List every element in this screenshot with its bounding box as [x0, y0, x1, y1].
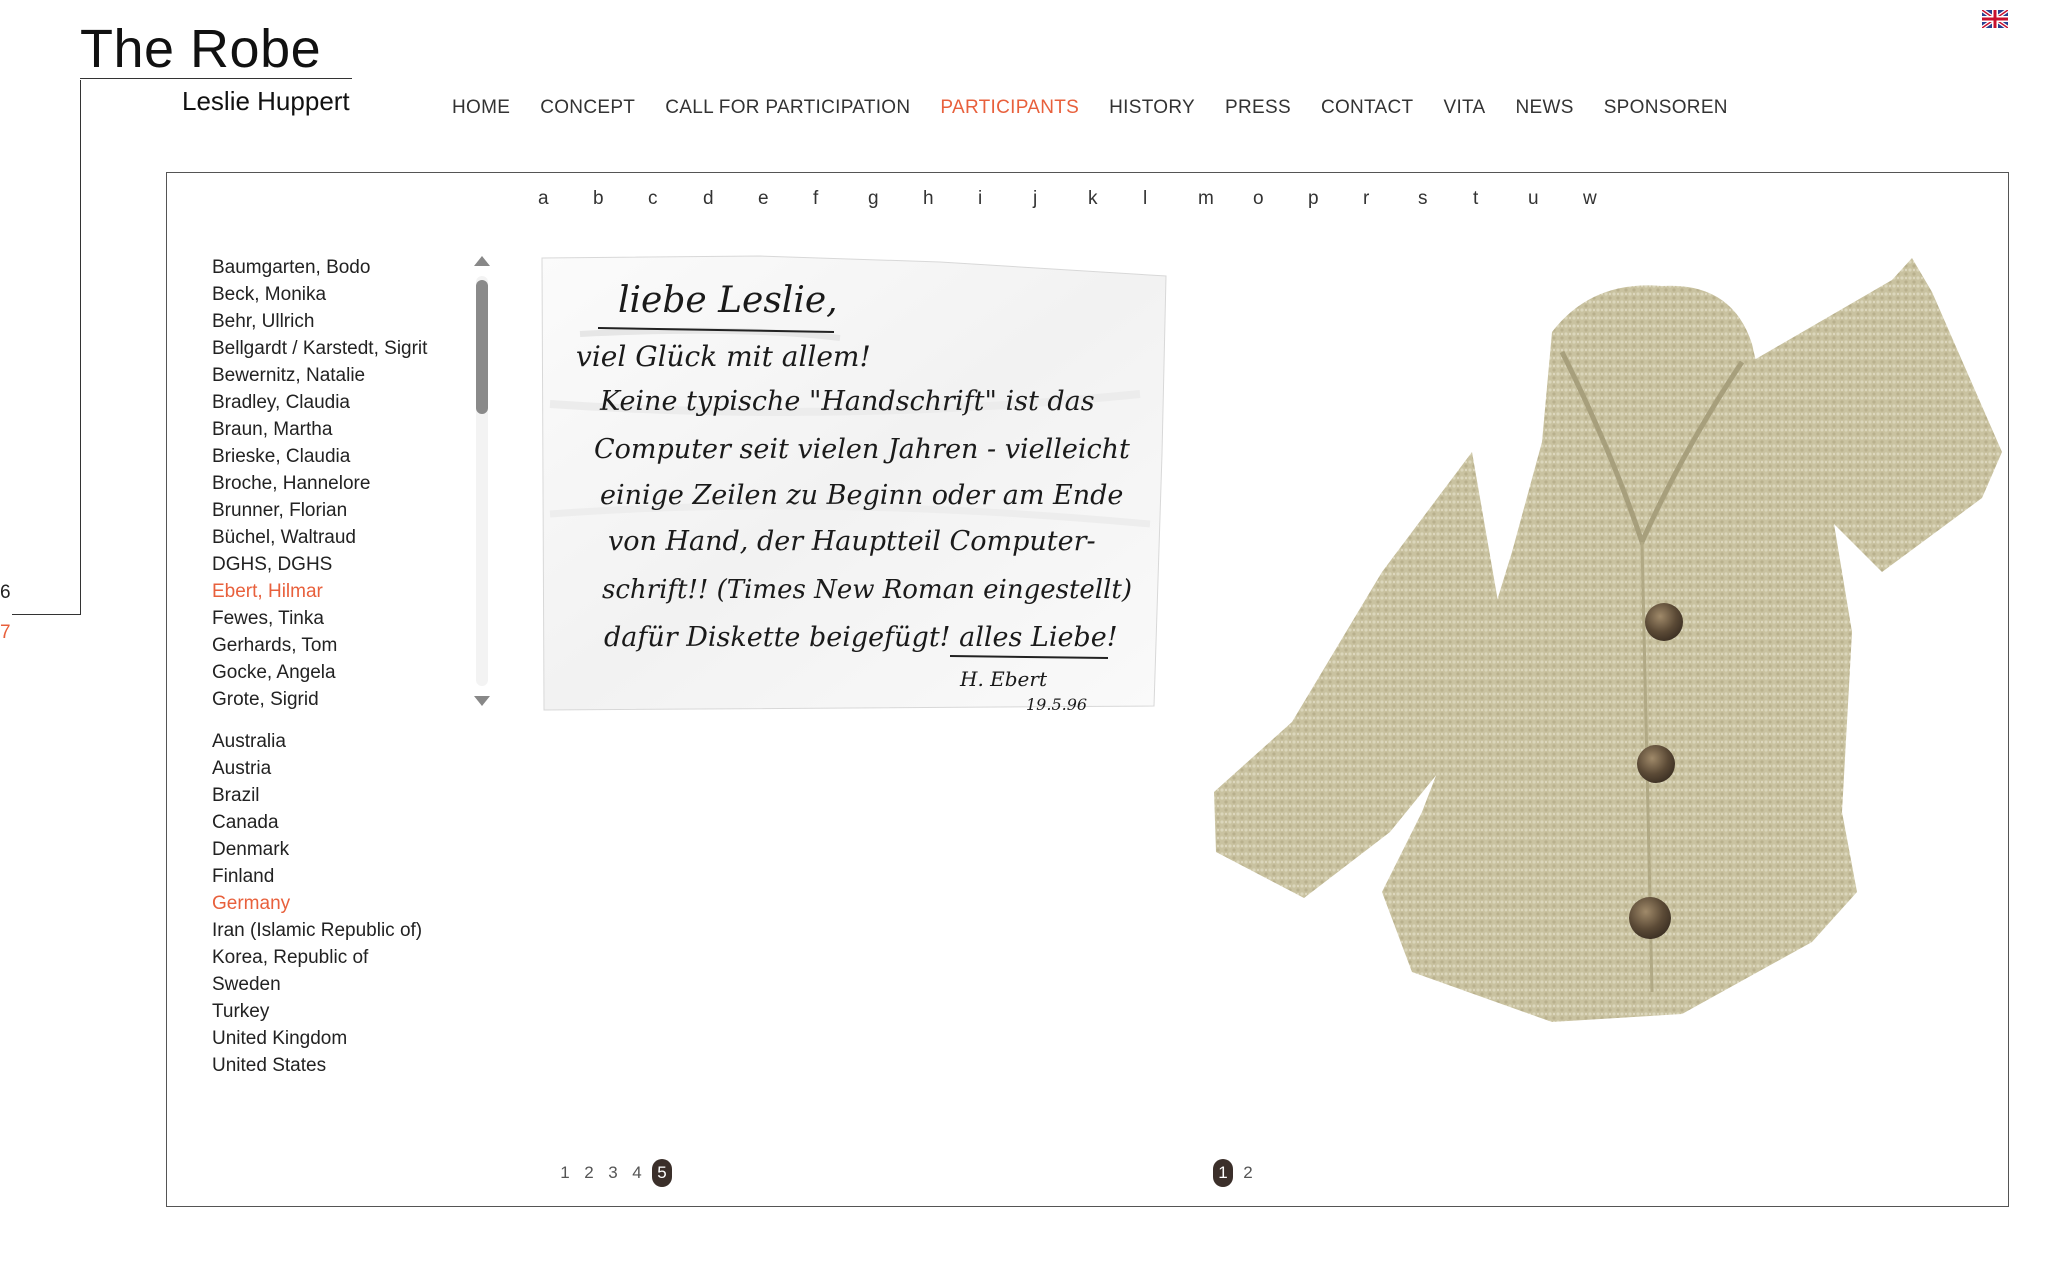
alphabet-letter-u[interactable]: u — [1528, 188, 1583, 210]
letter-page-5[interactable]: 5 — [652, 1159, 672, 1187]
nav-call-for-participation[interactable]: CALL FOR PARTICIPATION — [650, 96, 925, 120]
participant-item[interactable]: DGHS, DGHS — [212, 551, 452, 578]
page-indicator-next[interactable]: 7 — [0, 622, 11, 644]
alphabet-letter-l[interactable]: l — [1143, 188, 1198, 210]
country-item[interactable]: Austria — [212, 755, 472, 782]
alphabet-letter-r[interactable]: r — [1363, 188, 1418, 210]
alphabet-letter-p[interactable]: p — [1308, 188, 1363, 210]
scroll-up-arrow-icon[interactable] — [474, 256, 490, 266]
participant-item[interactable]: Brieske, Claudia — [212, 443, 452, 470]
nav-concept[interactable]: CONCEPT — [525, 96, 650, 120]
alphabet-letter-i[interactable]: i — [978, 188, 1033, 210]
site-subtitle: Leslie Huppert — [182, 86, 350, 116]
participant-item[interactable]: Behr, Ullrich — [212, 308, 452, 335]
letter-line: Computer seit vielen Jahren - vielleicht — [594, 434, 1130, 465]
participant-item[interactable]: Beck, Monika — [212, 281, 452, 308]
alphabet-letter-m[interactable]: m — [1198, 188, 1253, 210]
country-item[interactable]: Germany — [212, 890, 472, 917]
alphabet-letter-k[interactable]: k — [1088, 188, 1143, 210]
nav-press[interactable]: PRESS — [1210, 96, 1306, 120]
letter-line: 19.5.96 — [1026, 695, 1087, 714]
scroll-down-arrow-icon[interactable] — [474, 696, 490, 706]
country-item[interactable]: Denmark — [212, 836, 472, 863]
nav-participants[interactable]: PARTICIPANTS — [925, 96, 1094, 120]
country-item[interactable]: Korea, Republic of — [212, 944, 472, 971]
robe-pagination: 12 — [1213, 1159, 1257, 1187]
handwritten-letter-image[interactable]: liebe Leslie, viel Glück mit allem! Keine … — [540, 254, 1168, 714]
nav-history[interactable]: HISTORY — [1094, 96, 1210, 120]
robe-page-2[interactable]: 2 — [1239, 1159, 1257, 1187]
country-item[interactable]: Australia — [212, 728, 472, 755]
letter-line: Keine typische "Handschrift" ist das — [599, 386, 1095, 417]
nav-vita[interactable]: VITA — [1428, 96, 1500, 120]
main-nav: HOME CONCEPT CALL FOR PARTICIPATION PART… — [452, 96, 1743, 120]
letter-page-2[interactable]: 2 — [580, 1159, 598, 1187]
participant-item[interactable]: Bellgardt / Karstedt, Sigrit — [212, 335, 452, 362]
letter-page-4[interactable]: 4 — [628, 1159, 646, 1187]
letter-line: schrift!! (Times New Roman eingestellt) — [602, 575, 1132, 605]
alphabet-letter-d[interactable]: d — [703, 188, 758, 210]
country-item[interactable]: Iran (Islamic Republic of) — [212, 917, 472, 944]
participant-item[interactable]: Gocke, Angela — [212, 659, 452, 686]
country-list: Australia Austria Brazil Canada Denmark Finla… — [212, 728, 472, 1079]
country-item[interactable]: United States — [212, 1052, 472, 1079]
alphabet-letter-c[interactable]: c — [648, 188, 703, 210]
country-item[interactable]: Sweden — [212, 971, 472, 998]
participant-list: Baumgarten, Bodo Beck, Monika Behr, Ullric… — [212, 254, 452, 713]
nav-sponsoren[interactable]: SPONSOREN — [1589, 96, 1743, 120]
site-title[interactable]: The Robe — [80, 22, 321, 76]
alphabet-letter-a[interactable]: a — [538, 188, 593, 210]
participant-item[interactable]: Bradley, Claudia — [212, 389, 452, 416]
decorative-bracket-horizontal — [12, 614, 81, 615]
alphabet-letter-f[interactable]: f — [813, 188, 868, 210]
participant-item[interactable]: Büchel, Waltraud — [212, 524, 452, 551]
title-underline — [80, 78, 352, 79]
letter-line: liebe Leslie, — [618, 280, 838, 321]
participant-item[interactable]: Gerhards, Tom — [212, 632, 452, 659]
letter-pagination: 12345 — [556, 1159, 672, 1187]
alphabet-filter: abcdefghijklmoprstuw — [538, 188, 1638, 210]
alphabet-letter-j[interactable]: j — [1033, 188, 1088, 210]
alphabet-letter-s[interactable]: s — [1418, 188, 1473, 210]
letter-page-3[interactable]: 3 — [604, 1159, 622, 1187]
decorative-bracket-vertical — [80, 80, 81, 615]
participant-item[interactable]: Broche, Hannelore — [212, 470, 452, 497]
country-item[interactable]: United Kingdom — [212, 1025, 472, 1052]
country-item[interactable]: Brazil — [212, 782, 472, 809]
alphabet-letter-w[interactable]: w — [1583, 188, 1638, 210]
robe-page-1[interactable]: 1 — [1213, 1159, 1233, 1187]
participant-item[interactable]: Bewernitz, Natalie — [212, 362, 452, 389]
participant-item[interactable]: Grote, Sigrid — [212, 686, 452, 713]
letter-line: viel Glück mit allem! — [576, 340, 871, 373]
nav-contact[interactable]: CONTACT — [1306, 96, 1429, 120]
participant-item[interactable]: Braun, Martha — [212, 416, 452, 443]
participant-item[interactable]: Ebert, Hilmar — [212, 578, 452, 605]
country-item[interactable]: Finland — [212, 863, 472, 890]
page-indicator-current: 6 — [0, 582, 11, 603]
nav-news[interactable]: NEWS — [1501, 96, 1589, 120]
nav-home[interactable]: HOME — [452, 96, 525, 120]
country-item[interactable]: Canada — [212, 809, 472, 836]
letter-line: von Hand, der Hauptteil Computer- — [608, 526, 1096, 557]
scrollbar-thumb[interactable] — [476, 280, 488, 414]
alphabet-letter-e[interactable]: e — [758, 188, 813, 210]
alphabet-letter-g[interactable]: g — [868, 188, 923, 210]
participant-item[interactable]: Baumgarten, Bodo — [212, 254, 452, 281]
participant-item[interactable]: Brunner, Florian — [212, 497, 452, 524]
uk-flag-icon[interactable] — [1980, 8, 2010, 30]
alphabet-letter-h[interactable]: h — [923, 188, 978, 210]
alphabet-letter-t[interactable]: t — [1473, 188, 1528, 210]
letter-line: H. Ebert — [959, 667, 1048, 691]
country-item[interactable]: Turkey — [212, 998, 472, 1025]
alphabet-letter-b[interactable]: b — [593, 188, 648, 210]
participant-item[interactable]: Fewes, Tinka — [212, 605, 452, 632]
alphabet-letter-o[interactable]: o — [1253, 188, 1308, 210]
letter-page-1[interactable]: 1 — [556, 1159, 574, 1187]
letter-line: einige Zeilen zu Beginn oder am Ende — [600, 480, 1123, 511]
letter-line: dafür Diskette beigefügt! alles Liebe! — [604, 622, 1118, 653]
robe-garment-image[interactable] — [1212, 252, 2012, 1032]
